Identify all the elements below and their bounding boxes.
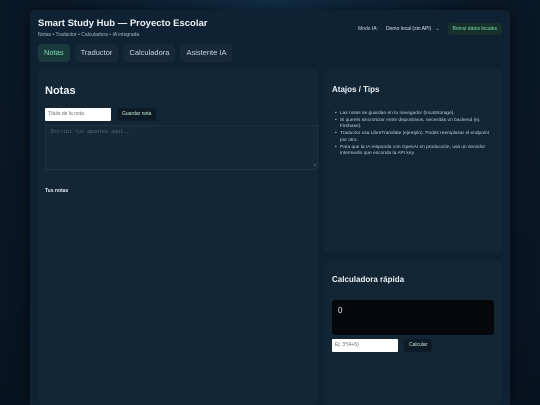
notes-list-title: Tus notas [45,188,69,194]
tab-bar: Notas Traductor Calculadora Asistente IA [38,44,233,62]
mode-controls: Modo IA: Demo local (sin API) ⌄ Borrar d… [358,23,502,35]
tab-traductor[interactable]: Traductor [74,44,119,62]
save-note-button[interactable]: Guardar nota [117,108,157,121]
calculator-title: Calculadora rápida [332,275,405,284]
tips-title: Atajos / Tips [332,85,380,94]
calculator-panel: Calculadora rápida 0 Ej: 3*(4+5) Calcula… [324,261,502,405]
notes-panel: Notas Título de la nota Guardar nota Esc… [38,69,318,405]
mode-select-value: Demo local (sin API) [386,26,432,32]
note-body-placeholder: Escribí tus apuntes aquí... [51,129,133,135]
app-title: Smart Study Hub — Proyecto Escolar [38,18,208,29]
tips-list: Las notas se guardan en tu navegador (lo… [335,111,496,158]
tab-calculadora[interactable]: Calculadora [123,44,176,62]
chevron-down-icon: ⌄ [435,26,440,32]
mode-select[interactable]: Demo local (sin API) ⌄ [384,24,442,34]
calculate-button[interactable]: Calcular [404,339,433,352]
mode-label: Modo IA: [358,26,379,32]
tab-notas[interactable]: Notas [38,44,70,62]
resize-handle-icon[interactable]: ⇲ [313,162,316,168]
tip-item: Para que la IA responda con OpenAI en pr… [335,145,496,158]
tip-item: Traductor usa LibreTranslate (ejemplo). … [335,131,496,144]
header: Smart Study Hub — Proyecto Escolar Notas… [38,18,502,46]
tip-item: Las notas se guardan en tu navegador (lo… [335,111,496,118]
clear-data-button[interactable]: Borrar datos locales [447,23,502,35]
calculator-display: 0 [332,300,494,335]
tip-item: Si querés sincronizar entre dispositivos… [335,118,496,131]
note-body-textarea[interactable]: Escribí tus apuntes aquí... ⇲ [45,125,318,170]
calculator-input[interactable]: Ej: 3*(4+5) [332,339,398,352]
app-window: Smart Study Hub — Proyecto Escolar Notas… [30,10,510,405]
notes-title: Notas [45,85,76,97]
note-title-input[interactable]: Título de la nota [45,108,111,121]
app-subtitle: Notas • Traductor • Calculadora • IA int… [38,32,140,38]
tips-panel: Atajos / Tips Las notas se guardan en tu… [324,69,502,253]
tab-asistente-ia[interactable]: Asistente IA [180,44,233,62]
